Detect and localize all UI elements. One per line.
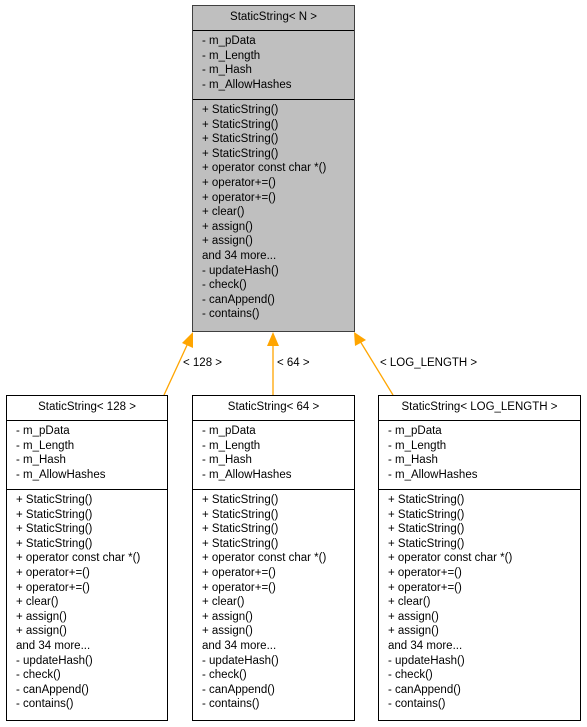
method: - canAppend() — [388, 683, 461, 696]
method: + StaticString() — [202, 133, 279, 146]
method: + StaticString() — [16, 537, 93, 550]
attributes-section: - m_pData - m_Length - m_Hash - m_AllowH… — [193, 421, 354, 490]
method: + operator+=() — [202, 191, 276, 204]
class-title: StaticString< N > — [193, 6, 354, 31]
attribute: - m_Hash — [388, 454, 438, 467]
method: - updateHash() — [16, 654, 93, 667]
class-title: StaticString< LOG_LENGTH > — [379, 396, 580, 421]
more-members[interactable]: and 34 more... — [16, 639, 167, 654]
method: + assign() — [16, 610, 67, 623]
method: + operator const char *() — [16, 552, 141, 565]
method: - check() — [388, 669, 433, 682]
class-title: StaticString< 128 > — [7, 396, 167, 421]
attribute: - m_AllowHashes — [388, 468, 478, 481]
method: + StaticString() — [202, 537, 279, 550]
method: + assign() — [16, 625, 67, 638]
attributes-section: - m_pData - m_Length - m_Hash - m_AllowH… — [7, 421, 167, 490]
method: - check() — [202, 279, 247, 292]
method: + assign() — [202, 610, 253, 623]
attribute: - m_Length — [16, 439, 75, 452]
attribute: - m_pData — [202, 35, 256, 47]
method: - check() — [16, 669, 61, 682]
method: + StaticString() — [202, 118, 279, 131]
method: - check() — [202, 669, 247, 682]
method: + clear() — [388, 596, 431, 609]
method: + assign() — [388, 610, 439, 623]
method: + assign() — [202, 625, 253, 638]
arrowhead-icon — [354, 332, 366, 346]
method: - canAppend() — [202, 293, 275, 306]
attribute: - m_pData — [202, 425, 256, 437]
edge-label-128: < 128 > — [183, 357, 223, 369]
method: + StaticString() — [16, 523, 93, 536]
method: + assign() — [388, 625, 439, 638]
method: + operator const char *() — [202, 552, 327, 565]
methods-section: + StaticString() + StaticString() + Stat… — [379, 490, 580, 715]
method: + StaticString() — [388, 508, 465, 521]
more-members[interactable]: and 34 more... — [388, 639, 580, 654]
method: + operator const char *() — [202, 162, 327, 175]
arrowhead-icon — [267, 332, 279, 346]
class-box-64[interactable]: StaticString< 64 > - m_pData - m_Length … — [192, 395, 355, 721]
method: + StaticString() — [388, 537, 465, 550]
class-box-log-length[interactable]: StaticString< LOG_LENGTH > - m_pData - m… — [378, 395, 581, 721]
method: - updateHash() — [202, 654, 279, 667]
attribute: - m_pData — [16, 425, 70, 437]
method: + StaticString() — [202, 104, 279, 116]
method: + operator+=() — [202, 581, 276, 594]
method: + assign() — [202, 220, 253, 233]
method: + StaticString() — [202, 494, 279, 506]
method: + assign() — [202, 235, 253, 248]
method: + operator+=() — [16, 581, 90, 594]
method: + StaticString() — [202, 523, 279, 536]
method: - contains() — [388, 698, 446, 711]
class-box-128[interactable]: StaticString< 128 > - m_pData - m_Length… — [6, 395, 168, 721]
method: - updateHash() — [388, 654, 465, 667]
attribute: - m_AllowHashes — [202, 78, 292, 91]
attribute: - m_AllowHashes — [16, 468, 106, 481]
method: - contains() — [202, 698, 260, 711]
method: + clear() — [202, 596, 245, 609]
method: + operator+=() — [16, 566, 90, 579]
method: - canAppend() — [202, 683, 275, 696]
more-members[interactable]: and 34 more... — [202, 249, 354, 264]
attribute: - m_Hash — [202, 454, 252, 467]
attribute: - m_Length — [202, 439, 261, 452]
method: - contains() — [16, 698, 74, 711]
method: + StaticString() — [388, 494, 465, 506]
attribute: - m_Hash — [16, 454, 66, 467]
attribute: - m_AllowHashes — [202, 468, 292, 481]
edge-label-64: < 64 > — [277, 357, 310, 369]
method: + clear() — [202, 206, 245, 219]
method: - updateHash() — [202, 264, 279, 277]
method: + operator const char *() — [388, 552, 513, 565]
class-title: StaticString< 64 > — [193, 396, 354, 421]
attributes-section: - m_pData - m_Length - m_Hash - m_AllowH… — [193, 31, 354, 100]
method: + StaticString() — [202, 508, 279, 521]
edge-label-log-length: < LOG_LENGTH > — [380, 357, 478, 369]
attribute: - m_Hash — [202, 64, 252, 77]
class-box-base[interactable]: StaticString< N > - m_pData - m_Length -… — [192, 5, 355, 332]
method: + StaticString() — [16, 508, 93, 521]
method: - canAppend() — [16, 683, 89, 696]
methods-section: + StaticString() + StaticString() + Stat… — [7, 490, 167, 715]
methods-section: + StaticString() + StaticString() + Stat… — [193, 490, 354, 715]
method: + StaticString() — [388, 523, 465, 536]
method: + operator+=() — [202, 566, 276, 579]
attribute: - m_Length — [202, 49, 261, 62]
method: + clear() — [16, 596, 59, 609]
method: + operator+=() — [388, 566, 462, 579]
more-members[interactable]: and 34 more... — [202, 639, 354, 654]
methods-section: + StaticString() + StaticString() + Stat… — [193, 100, 354, 325]
method: + StaticString() — [16, 494, 93, 506]
method: + operator+=() — [388, 581, 462, 594]
method: + operator+=() — [202, 176, 276, 189]
attribute: - m_pData — [388, 425, 442, 437]
attributes-section: - m_pData - m_Length - m_Hash - m_AllowH… — [379, 421, 580, 490]
attribute: - m_Length — [388, 439, 447, 452]
method: + StaticString() — [202, 147, 279, 160]
method: - contains() — [202, 308, 260, 321]
